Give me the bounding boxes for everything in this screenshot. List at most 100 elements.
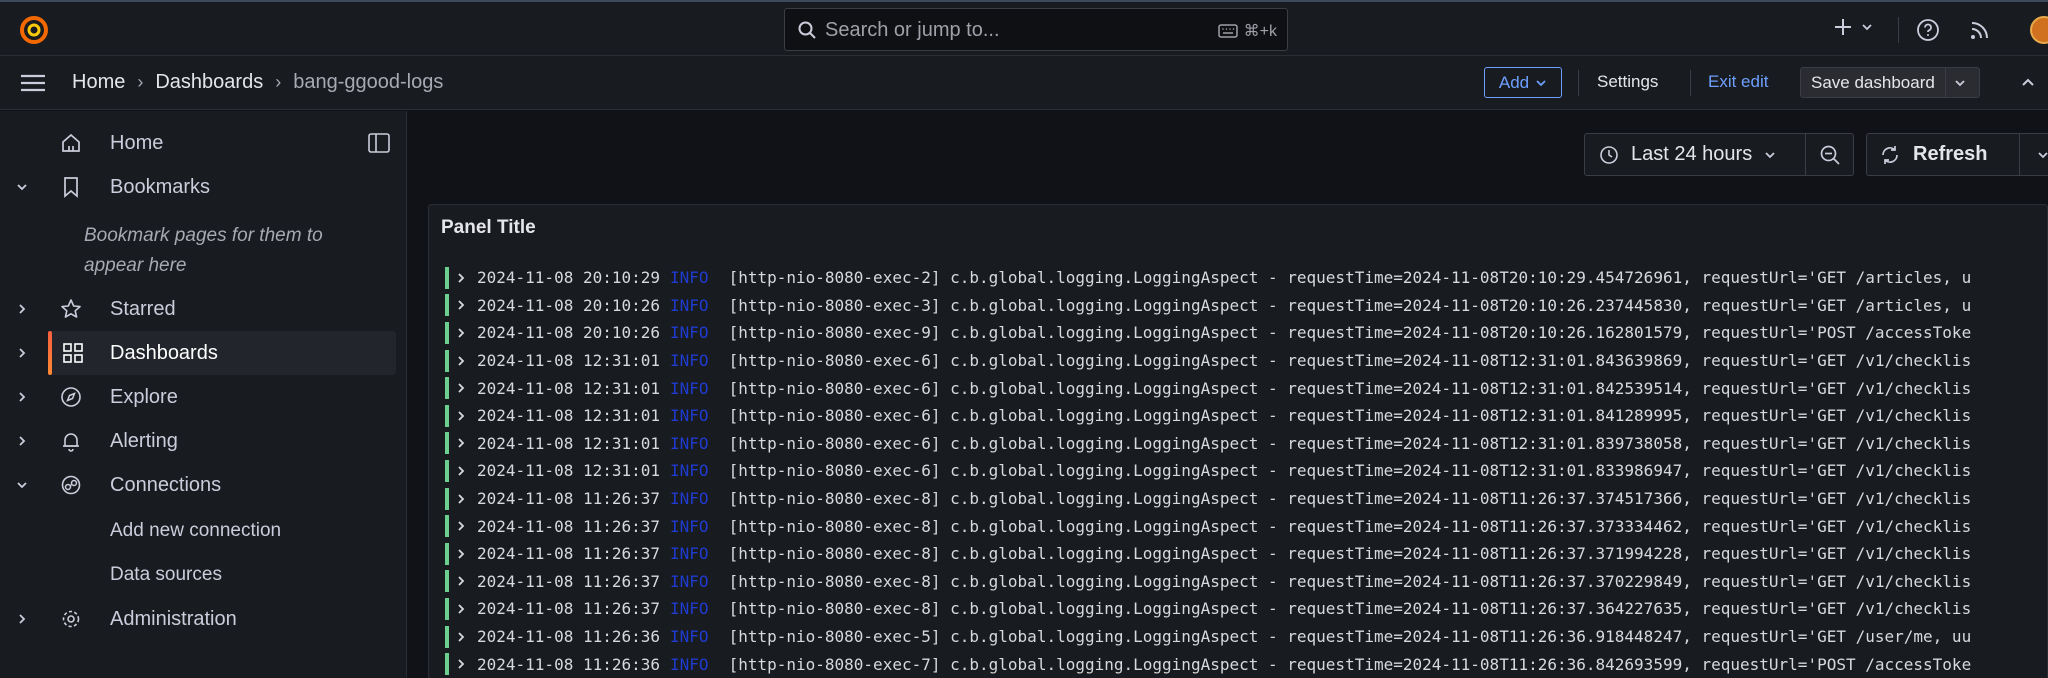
log-row[interactable]: 2024-11-08 11:26:36 INFO [http-nio-8080-ex… — [445, 650, 2047, 678]
save-options-button[interactable] — [1946, 77, 1974, 89]
new-menu-button[interactable] — [1832, 16, 1874, 38]
refresh-button[interactable]: Refresh — [1866, 133, 2020, 176]
log-message: [http-nio-8080-exec-2] c.b.global.loggin… — [728, 268, 1972, 288]
log-row[interactable]: 2024-11-08 12:31:01 INFO [http-nio-8080-ex… — [445, 374, 2047, 402]
chevron-right-icon[interactable] — [455, 631, 469, 643]
chevron-down-icon[interactable] — [14, 179, 30, 195]
sidebar: Home Bookmarks Bookmark pages for them t… — [0, 111, 407, 678]
log-row[interactable]: 2024-11-08 11:26:37 INFO [http-nio-8080-ex… — [445, 568, 2047, 596]
chevron-right-icon[interactable] — [455, 355, 469, 367]
settings-button[interactable]: Settings — [1597, 72, 1658, 92]
chevron-down-icon[interactable] — [14, 477, 30, 493]
zoom-out-button[interactable] — [1806, 133, 1854, 176]
user-avatar[interactable] — [2030, 16, 2048, 44]
log-row[interactable]: 2024-11-08 11:26:37 INFO [http-nio-8080-ex… — [445, 595, 2047, 623]
chevron-right-icon[interactable] — [455, 548, 469, 560]
chevron-right-icon[interactable] — [14, 611, 30, 627]
help-icon[interactable] — [1916, 18, 1940, 42]
log-row[interactable]: 2024-11-08 11:26:36 INFO [http-nio-8080-ex… — [445, 623, 2047, 651]
log-row[interactable]: 2024-11-08 11:26:37 INFO [http-nio-8080-ex… — [445, 512, 2047, 540]
panel-title[interactable]: Panel Title — [441, 217, 536, 239]
log-timestamp: 2024-11-08 12:31:01 — [477, 378, 661, 398]
log-timestamp: 2024-11-08 12:31:01 — [477, 461, 661, 481]
log-row[interactable]: 2024-11-08 11:26:37 INFO [http-nio-8080-ex… — [445, 485, 2047, 513]
add-button[interactable]: Add — [1484, 67, 1562, 98]
chevron-up-icon[interactable] — [2020, 74, 2036, 90]
log-level: INFO — [670, 406, 709, 426]
log-message: [http-nio-8080-exec-8] c.b.global.loggin… — [728, 571, 1972, 591]
news-feed-icon[interactable] — [1968, 18, 1992, 42]
menu-icon[interactable] — [20, 73, 46, 93]
log-message: [http-nio-8080-exec-6] c.b.global.loggin… — [728, 351, 1972, 371]
breadcrumb-dashboards[interactable]: Dashboards — [155, 71, 263, 94]
sidebar-subitem-add-new-connection[interactable]: Add new connection — [110, 520, 281, 542]
save-dashboard-label: Save dashboard — [1801, 68, 1946, 97]
log-message: [http-nio-8080-exec-8] c.b.global.loggin… — [728, 599, 1972, 619]
log-level-indicator — [445, 432, 449, 455]
chevron-right-icon[interactable] — [455, 493, 469, 505]
log-level: INFO — [670, 627, 709, 647]
log-level-indicator — [445, 625, 449, 648]
log-message: [http-nio-8080-exec-6] c.b.global.loggin… — [728, 433, 1972, 453]
log-level: INFO — [670, 599, 709, 619]
star-icon — [61, 299, 81, 318]
log-level: INFO — [670, 433, 709, 453]
chevron-right-icon[interactable] — [455, 603, 469, 615]
search-bar[interactable]: Search or jump to... ⌘+k — [784, 8, 1288, 51]
log-row[interactable]: 2024-11-08 12:31:01 INFO [http-nio-8080-ex… — [445, 347, 2047, 375]
grafana-logo-icon[interactable] — [18, 14, 50, 46]
log-row[interactable]: 2024-11-08 20:10:29 INFO [http-nio-8080-ex… — [445, 264, 2047, 292]
sidebar-item-explore[interactable]: Explore — [0, 375, 396, 419]
chevron-right-icon[interactable] — [455, 410, 469, 422]
dashboards-grid-icon — [63, 343, 83, 363]
sidebar-item-dashboards[interactable]: Dashboards — [48, 331, 396, 375]
chevron-right-icon[interactable] — [455, 658, 469, 670]
log-level-indicator — [445, 653, 449, 676]
time-range-button[interactable]: Last 24 hours — [1584, 133, 1806, 176]
chevron-right-icon[interactable] — [455, 465, 469, 477]
chevron-right-icon[interactable] — [455, 575, 469, 587]
log-level: INFO — [670, 351, 709, 371]
chevron-right-icon[interactable] — [455, 382, 469, 394]
chevron-right-icon[interactable] — [455, 520, 469, 532]
sidebar-item-connections[interactable]: Connections — [0, 463, 396, 507]
log-row[interactable]: 2024-11-08 12:31:01 INFO [http-nio-8080-ex… — [445, 457, 2047, 485]
refresh-interval-dropdown[interactable] — [2020, 133, 2048, 176]
save-dashboard-button[interactable]: Save dashboard — [1800, 67, 1980, 98]
log-level: INFO — [670, 544, 709, 564]
logs-panel[interactable]: Panel Title 2024-11-08 20:10:29 INFO [http… — [428, 204, 2048, 678]
log-row[interactable]: 2024-11-08 20:10:26 INFO [http-nio-8080-ex… — [445, 319, 2047, 347]
log-message: [http-nio-8080-exec-9] c.b.global.loggin… — [728, 323, 1972, 343]
chevron-right-icon[interactable] — [14, 389, 30, 405]
log-level: INFO — [670, 295, 709, 315]
log-level: INFO — [670, 571, 709, 591]
log-row[interactable]: 2024-11-08 20:10:26 INFO [http-nio-8080-ex… — [445, 292, 2047, 320]
chevron-right-icon[interactable] — [455, 327, 469, 339]
chevron-right-icon[interactable] — [14, 301, 30, 317]
dashboard-main: Last 24 hours Refresh Panel Title 2024-1… — [408, 111, 2048, 678]
sidebar-item-bookmarks[interactable]: Bookmarks — [0, 165, 396, 209]
log-level: INFO — [670, 323, 709, 343]
sidebar-item-home[interactable]: Home — [0, 121, 396, 165]
log-timestamp: 2024-11-08 12:31:01 — [477, 433, 661, 453]
chevron-right-icon[interactable] — [14, 433, 30, 449]
log-row[interactable]: 2024-11-08 12:31:01 INFO [http-nio-8080-ex… — [445, 430, 2047, 458]
breadcrumb-home[interactable]: Home — [72, 71, 125, 94]
breadcrumb-separator: › — [137, 72, 144, 92]
chevron-down-icon — [2037, 151, 2048, 158]
chevron-right-icon[interactable] — [455, 272, 469, 284]
log-message: [http-nio-8080-exec-5] c.b.global.loggin… — [728, 627, 1972, 647]
sidebar-item-alerting[interactable]: Alerting — [0, 419, 396, 463]
sidebar-item-label: Dashboards — [110, 342, 218, 364]
sidebar-item-label: Bookmarks — [110, 176, 211, 198]
sidebar-item-administration[interactable]: Administration — [0, 597, 396, 641]
log-row[interactable]: 2024-11-08 12:31:01 INFO [http-nio-8080-ex… — [445, 402, 2047, 430]
sidebar-subitem-data-sources[interactable]: Data sources — [110, 564, 222, 586]
chevron-right-icon[interactable] — [455, 437, 469, 449]
chevron-right-icon[interactable] — [14, 345, 30, 361]
exit-edit-button[interactable]: Exit edit — [1708, 72, 1768, 92]
log-row[interactable]: 2024-11-08 11:26:37 INFO [http-nio-8080-ex… — [445, 540, 2047, 568]
refresh-picker: Refresh — [1866, 133, 2048, 176]
chevron-right-icon[interactable] — [455, 299, 469, 311]
sidebar-item-starred[interactable]: Starred — [0, 287, 396, 331]
